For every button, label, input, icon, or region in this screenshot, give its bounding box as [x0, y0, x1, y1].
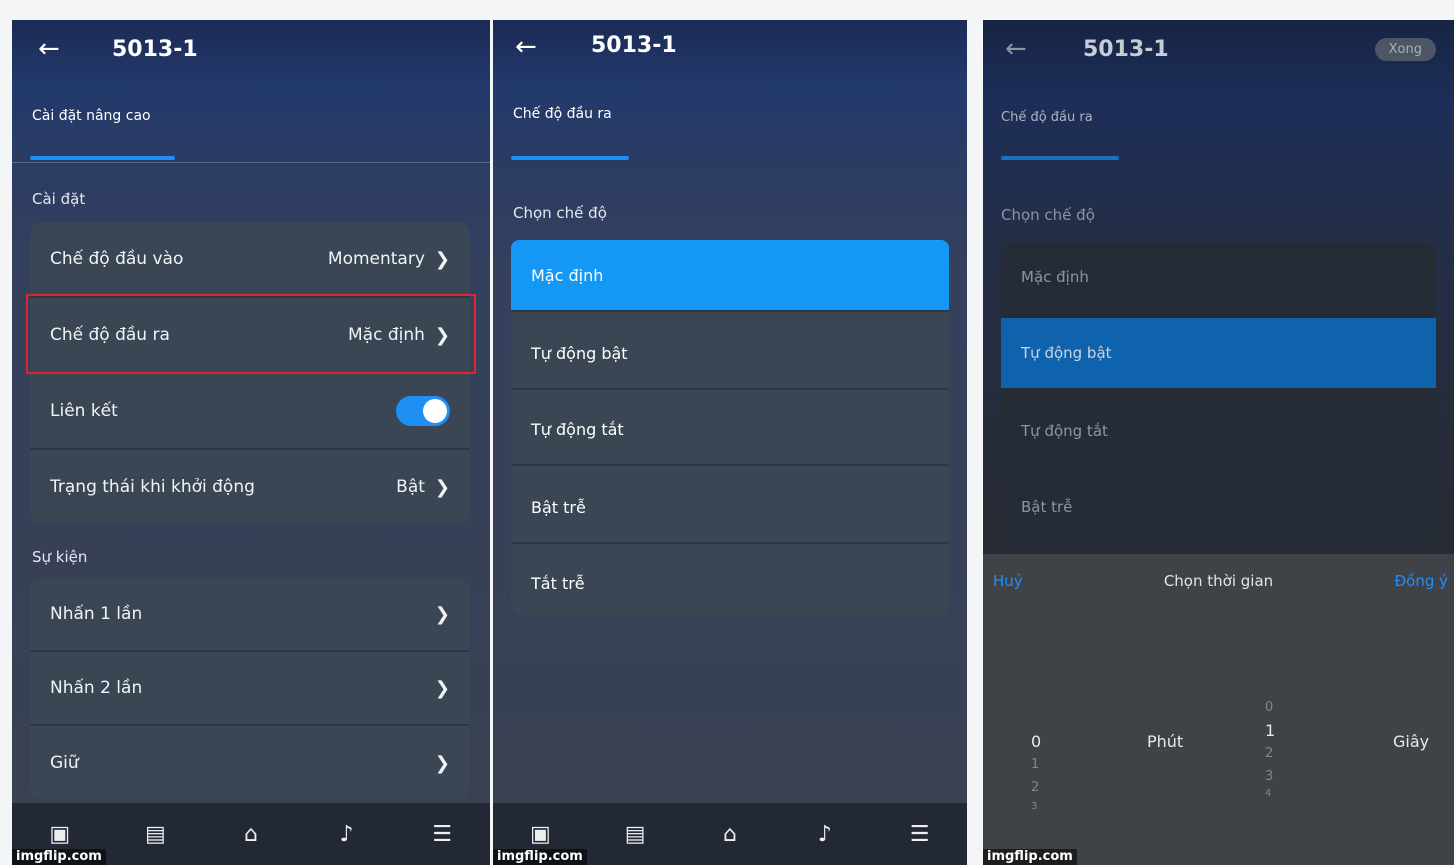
seconds-selected: 1 [1265, 721, 1276, 740]
setting-label: Chế độ đầu vào [50, 249, 184, 269]
done-button[interactable]: Xong [1374, 38, 1436, 61]
dashboard-icon[interactable]: ▣ [44, 820, 76, 848]
header: ← 5013-1 [12, 20, 490, 80]
seconds-wheel[interactable]: 0 1 2 3 4 [1265, 700, 1275, 799]
screen-time-picker: ← 5013-1 Xong Chế độ đầu ra Chọn chế độ … [983, 20, 1454, 865]
highlight-box [26, 294, 476, 374]
option-label: Tự động bật [1021, 344, 1112, 362]
list-icon[interactable]: ▤ [619, 820, 651, 848]
screen-advanced-settings: ← 5013-1 Cài đặt nâng cao Cài đặt Chế độ… [12, 20, 490, 865]
setting-startup-state[interactable]: Trạng thái khi khởi động Bật ❯ [30, 450, 470, 524]
time-picker-sheet: Huỷ Chọn thời gian Đồng ý 0 1 2 3 Phút 0… [983, 554, 1454, 865]
option-label: Mặc định [1021, 268, 1089, 286]
event-hold[interactable]: Giữ ❯ [30, 726, 470, 800]
option-auto-off[interactable]: Tự động tắt [1001, 396, 1436, 466]
chevron-right-icon: ❯ [434, 677, 450, 699]
option-label: Tự động tắt [1021, 422, 1108, 440]
option-default[interactable]: Mặc định [511, 240, 949, 310]
event-press-once[interactable]: Nhấn 1 lần ❯ [30, 578, 470, 650]
tab-output-mode[interactable]: Chế độ đầu ra [1001, 110, 1093, 125]
option-label: Mặc định [531, 265, 604, 285]
option-label: Tắt trễ [531, 573, 585, 593]
header: ← 5013-1 Xong [983, 20, 1454, 80]
tab-indicator [30, 156, 175, 160]
section-events-header: Sự kiện [32, 548, 88, 566]
watermark: imgflip.com [493, 849, 587, 865]
setting-link: Liên kết [30, 374, 470, 448]
setting-label: Liên kết [50, 401, 118, 421]
back-arrow-icon[interactable]: ← [38, 34, 60, 64]
confirm-button[interactable]: Đồng ý [1395, 572, 1448, 590]
section-settings-header: Cài đặt [32, 190, 86, 208]
chevron-right-icon: ❯ [434, 248, 450, 270]
option-label: Bật trễ [1021, 498, 1073, 516]
chevron-right-icon: ❯ [434, 476, 450, 498]
option-delayed-on[interactable]: Bật trễ [511, 472, 949, 542]
minutes-option: 1 [1031, 757, 1040, 772]
music-icon[interactable]: ♪ [809, 820, 841, 848]
page-title: 5013-1 [591, 33, 677, 58]
option-delayed-off[interactable]: Tắt trễ [511, 548, 949, 618]
header: ← 5013-1 [493, 20, 967, 80]
home-icon[interactable]: ⌂ [235, 820, 267, 848]
back-arrow-icon[interactable]: ← [515, 32, 537, 62]
watermark: imgflip.com [12, 849, 106, 865]
event-label: Nhấn 1 lần [50, 604, 143, 624]
back-arrow-icon[interactable]: ← [1005, 34, 1027, 64]
seconds-option: 2 [1265, 746, 1274, 761]
setting-value: Bật [396, 477, 425, 497]
tab-indicator [511, 156, 629, 160]
seconds-option: 4 [1265, 788, 1272, 799]
seconds-label: Giây [1393, 732, 1430, 751]
setting-input-mode[interactable]: Chế độ đầu vào Momentary ❯ [30, 222, 470, 296]
option-label: Bật trễ [531, 497, 586, 517]
option-default[interactable]: Mặc định [1001, 242, 1436, 312]
minutes-option: 2 [1031, 780, 1040, 795]
picker-title: Chọn thời gian [1163, 572, 1274, 590]
chevron-right-icon: ❯ [434, 603, 450, 625]
list-icon[interactable]: ▤ [139, 820, 171, 848]
watermark: imgflip.com [983, 849, 1077, 865]
section-choose-mode: Chọn chế độ [513, 204, 607, 222]
seconds-option: 0 [1265, 700, 1274, 715]
divider [511, 464, 949, 466]
link-toggle[interactable] [396, 396, 450, 426]
dashboard-icon[interactable]: ▣ [524, 820, 556, 848]
option-label: Tự động bật [531, 343, 628, 363]
divider [12, 162, 490, 163]
minutes-label: Phút [1147, 732, 1184, 751]
tab-indicator [1001, 156, 1119, 160]
option-auto-on[interactable]: Tự động bật [511, 318, 949, 388]
divider [511, 388, 949, 390]
setting-value: Momentary [327, 249, 425, 269]
events-card: Nhấn 1 lần ❯ Nhấn 2 lần ❯ Giữ ❯ [30, 578, 470, 800]
music-icon[interactable]: ♪ [331, 820, 363, 848]
setting-label: Trạng thái khi khởi động [50, 477, 255, 497]
page-title: 5013-1 [112, 37, 198, 62]
home-icon[interactable]: ⌂ [714, 820, 746, 848]
tab-output-mode[interactable]: Chế độ đầu ra [513, 106, 612, 122]
seconds-option: 3 [1265, 769, 1274, 784]
event-label: Giữ [50, 753, 79, 773]
divider [511, 310, 949, 312]
minutes-wheel[interactable]: 0 1 2 3 [1031, 732, 1041, 812]
option-label: Tự động tắt [531, 419, 624, 439]
section-choose-mode: Chọn chế độ [1001, 206, 1095, 224]
divider [511, 542, 949, 544]
page-title: 5013-1 [1083, 37, 1169, 62]
event-press-twice[interactable]: Nhấn 2 lần ❯ [30, 652, 470, 724]
minutes-option: 3 [1031, 801, 1038, 812]
option-auto-on[interactable]: Tự động bật [1001, 318, 1436, 388]
menu-icon[interactable]: ☰ [904, 820, 936, 848]
minutes-selected: 0 [1031, 732, 1042, 751]
mode-options-list: Mặc định Tự động bật Tự động tắt Bật trễ [1001, 242, 1436, 562]
screen-output-mode: ← 5013-1 Chế độ đầu ra Chọn chế độ Mặc đ… [493, 20, 967, 865]
option-auto-off[interactable]: Tự động tắt [511, 394, 949, 464]
tab-advanced-settings[interactable]: Cài đặt nâng cao [32, 108, 151, 124]
event-label: Nhấn 2 lần [50, 678, 143, 698]
chevron-right-icon: ❯ [434, 752, 450, 774]
menu-icon[interactable]: ☰ [426, 820, 458, 848]
option-delayed-on[interactable]: Bật trễ [1001, 472, 1436, 542]
